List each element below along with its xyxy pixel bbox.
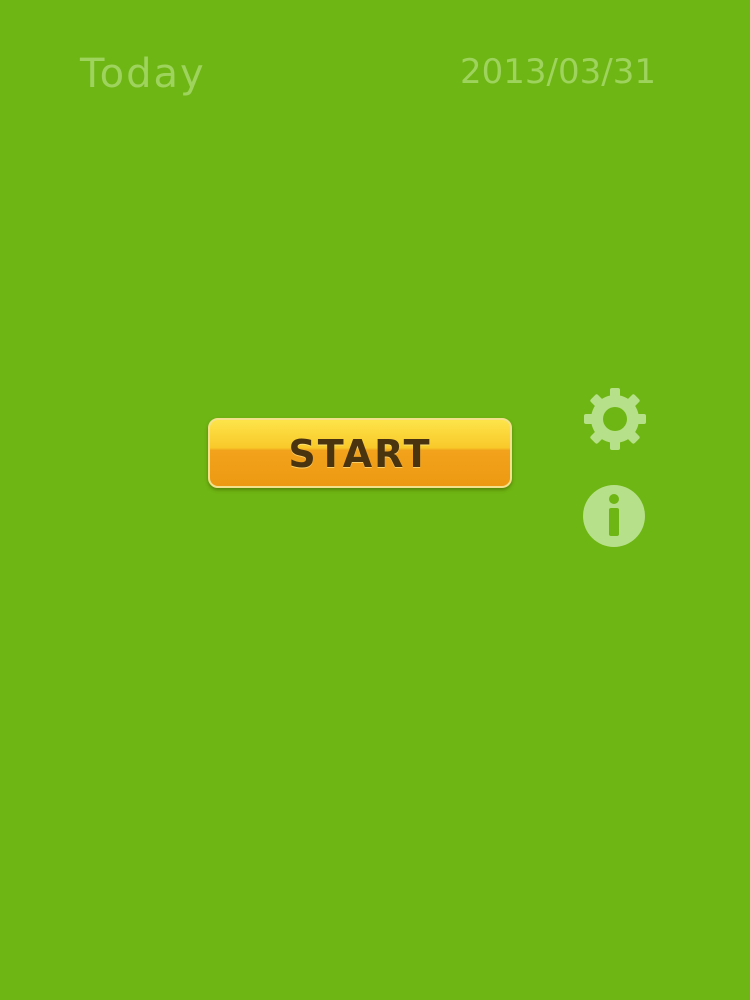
start-button-label: START (288, 432, 432, 476)
gear-icon (584, 388, 646, 450)
date-display: 2013/03/31 (460, 52, 656, 92)
info-button[interactable] (582, 484, 646, 548)
today-label: Today (80, 51, 206, 97)
info-icon (583, 485, 645, 547)
settings-button[interactable] (582, 386, 648, 452)
start-button[interactable]: START (208, 418, 512, 488)
